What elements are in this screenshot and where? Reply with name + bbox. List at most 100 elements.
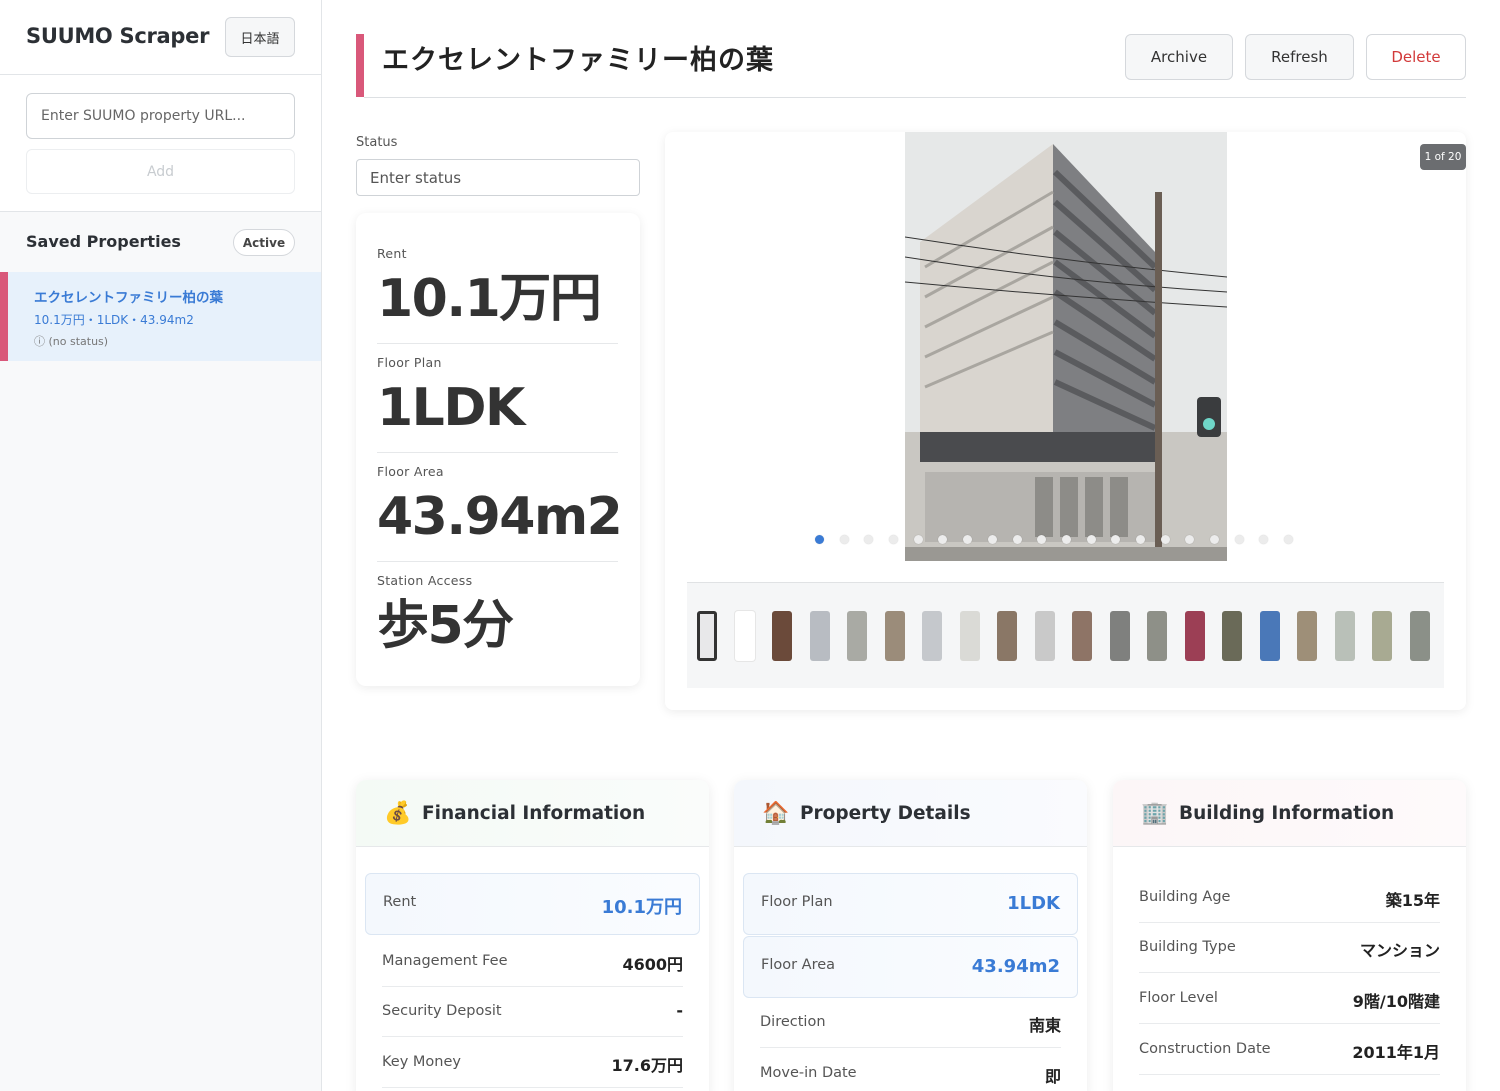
photo-thumbnail[interactable] <box>922 611 942 661</box>
building-photo-illustration <box>905 132 1227 561</box>
row-value: 10.1万円 <box>601 897 682 918</box>
photo-thumbnail[interactable] <box>884 611 905 661</box>
house-icon: 🏠 <box>762 800 790 826</box>
row-value: 即 <box>1044 1067 1061 1086</box>
delete-button[interactable]: Delete <box>1366 34 1466 80</box>
pagination-dot[interactable] <box>839 535 849 544</box>
pagination-dot[interactable] <box>1259 535 1269 544</box>
pagination-dot[interactable] <box>1135 535 1145 544</box>
photo-thumbnail[interactable] <box>1034 611 1055 661</box>
info-row: Construction Date 2011年1月 <box>1139 1025 1440 1075</box>
info-row: Move-in Date 即 <box>760 1049 1061 1091</box>
photo-thumbnail[interactable] <box>1372 611 1392 661</box>
row-key: Management Fee <box>382 953 508 969</box>
row-key: Building Type <box>1139 939 1236 955</box>
pagination-dot[interactable] <box>1185 535 1195 544</box>
language-button[interactable]: 日本語 <box>225 17 295 57</box>
info-row: Building Age 築15年 <box>1139 873 1440 923</box>
stat-floor-area: Floor Area 43.94m2 <box>377 464 623 547</box>
photo-thumbnail[interactable] <box>1222 611 1242 661</box>
photo-thumbnail[interactable] <box>1147 611 1167 661</box>
photo-thumbnail[interactable] <box>959 611 980 661</box>
card-title: Property Details <box>800 802 971 824</box>
building-info-card: 🏢 Building Information Building Age 築15年… <box>1113 780 1466 1091</box>
status-label: Status <box>356 135 398 150</box>
row-value: 南東 <box>1028 1016 1061 1035</box>
stat-divider <box>377 561 618 562</box>
row-value: 1LDK <box>1007 893 1060 914</box>
info-row: Direction 南東 <box>760 998 1061 1048</box>
status-input[interactable] <box>356 159 640 196</box>
photo-thumbnail[interactable] <box>1297 611 1317 661</box>
photo-thumbnail[interactable] <box>809 611 830 661</box>
add-property-section: Add <box>0 75 321 212</box>
pagination-dot[interactable] <box>938 535 948 544</box>
info-row: Security Deposit - <box>382 987 683 1037</box>
pagination-dot[interactable] <box>815 535 824 544</box>
archive-button[interactable]: Archive <box>1125 34 1233 80</box>
photo-thumbnail[interactable] <box>847 611 867 661</box>
pagination-dot[interactable] <box>1037 535 1047 544</box>
financial-info-card: 💰 Financial Information Rent 10.1万円 Mana… <box>356 780 709 1091</box>
row-key: Construction Date <box>1139 1041 1271 1057</box>
row-value: 17.6万円 <box>611 1056 683 1075</box>
card-title: Financial Information <box>422 802 646 824</box>
card-header: 💰 Financial Information <box>356 780 709 847</box>
row-value: - <box>676 1001 683 1020</box>
stat-label: Floor Area <box>377 464 444 479</box>
photo-counter: 1 of 20 <box>1420 144 1466 170</box>
photo-thumbnail[interactable] <box>734 611 755 661</box>
pagination-dot[interactable] <box>1234 535 1244 544</box>
photo-thumbnail[interactable] <box>1072 611 1092 661</box>
saved-property-item[interactable]: エクセレントファミリー柏の葉 10.1万円・1LDK・43.94m2 ⓘ (no… <box>0 272 321 361</box>
card-header: 🏢 Building Information <box>1113 780 1466 847</box>
stat-value: 1LDK <box>377 378 525 438</box>
money-bag-icon: 💰 <box>384 800 412 826</box>
pagination-dot[interactable] <box>1012 535 1022 544</box>
pagination-dot[interactable] <box>864 535 874 544</box>
sidebar-header: SUUMO Scraper 日本語 <box>0 0 321 75</box>
row-key: Floor Plan <box>761 894 833 910</box>
row-key: Direction <box>760 1014 826 1030</box>
photo-thumbnail[interactable] <box>1334 611 1355 661</box>
add-button[interactable]: Add <box>26 149 295 194</box>
row-key: Rent <box>383 894 417 910</box>
row-key: Security Deposit <box>382 1003 502 1019</box>
refresh-button[interactable]: Refresh <box>1245 34 1354 80</box>
photo-thumbnail[interactable] <box>772 611 792 661</box>
page-title: エクセレントファミリー柏の葉 <box>382 45 774 76</box>
info-row: Floor Area 43.94m2 <box>743 936 1078 998</box>
pagination-dot[interactable] <box>1111 535 1121 544</box>
row-value: マンション <box>1359 941 1440 960</box>
pagination-dot[interactable] <box>1284 535 1294 544</box>
key-stats-card: Rent 10.1万円 Floor Plan 1LDK Floor Area 4… <box>356 213 640 686</box>
stat-divider <box>377 452 618 453</box>
pagination-dot[interactable] <box>889 535 899 544</box>
property-url-input[interactable] <box>26 93 295 139</box>
row-value: 築15年 <box>1385 891 1440 910</box>
photo-thumbnail[interactable] <box>1409 611 1430 661</box>
pagination-dot[interactable] <box>1086 535 1096 544</box>
stat-station-access: Station Access 歩5分 <box>377 573 618 656</box>
stat-label: Rent <box>377 246 407 261</box>
pagination-dot[interactable] <box>1061 535 1071 544</box>
photo-thumbnail[interactable] <box>1184 611 1205 661</box>
photo-thumbnail[interactable] <box>1259 611 1280 661</box>
pagination-dot[interactable] <box>963 535 973 544</box>
photo-thumbnail[interactable] <box>997 611 1017 661</box>
pagination-dot[interactable] <box>1210 535 1219 544</box>
active-filter-badge[interactable]: Active <box>233 229 295 256</box>
pagination-dot[interactable] <box>1160 535 1170 544</box>
title-accent-bar <box>356 34 364 97</box>
row-key: Floor Area <box>761 957 836 973</box>
main-photo[interactable] <box>905 132 1227 561</box>
stat-label: Station Access <box>377 573 473 588</box>
pagination-dot[interactable] <box>913 535 923 544</box>
photo-thumbnail[interactable] <box>697 611 717 661</box>
info-row: Floor Level 9階/10階建 <box>1139 974 1440 1024</box>
info-row: Rent 10.1万円 <box>365 873 700 935</box>
photo-thumbnail[interactable] <box>1109 611 1130 661</box>
stat-label: Floor Plan <box>377 355 442 370</box>
info-row: Key Money 17.6万円 <box>382 1038 683 1088</box>
pagination-dot[interactable] <box>987 535 997 544</box>
